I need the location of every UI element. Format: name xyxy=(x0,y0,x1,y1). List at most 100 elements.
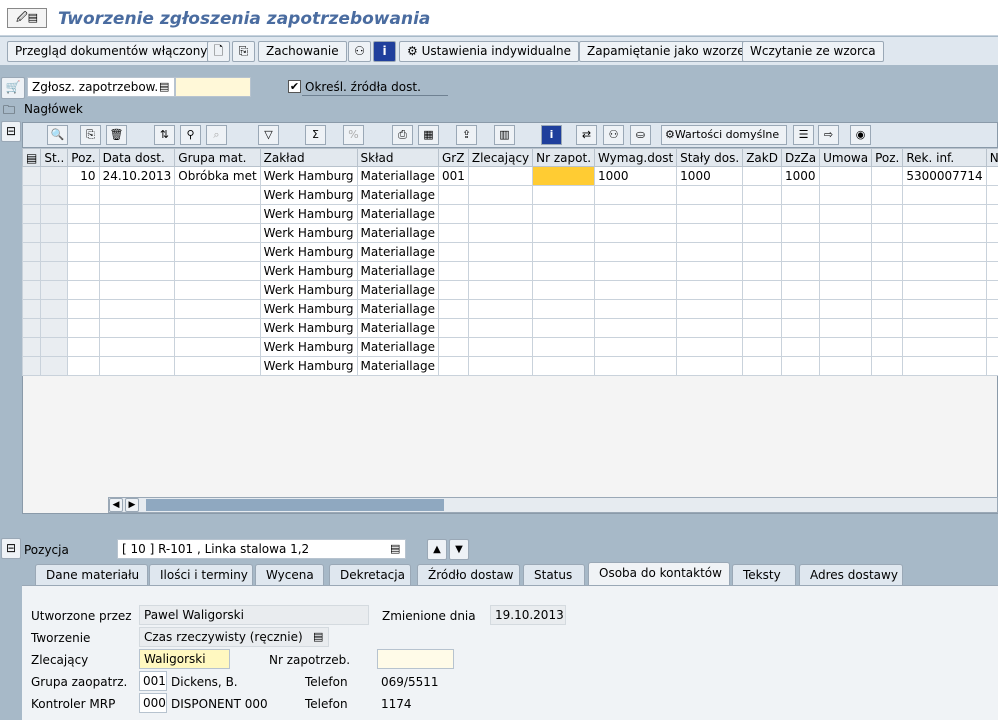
table-cell[interactable] xyxy=(594,299,678,319)
table-cell[interactable] xyxy=(174,280,261,300)
table-cell[interactable] xyxy=(467,337,534,357)
tab-account-assignment[interactable]: Dekretacja xyxy=(329,564,411,585)
column-header[interactable]: Stały dos. xyxy=(676,148,744,167)
table-cell[interactable] xyxy=(902,318,987,338)
table-cell[interactable] xyxy=(532,318,596,338)
table-cell[interactable] xyxy=(819,280,873,300)
table-cell[interactable] xyxy=(437,280,469,300)
find-icon[interactable]: ⌕ xyxy=(206,125,227,145)
collapse-item-icon[interactable]: ⊟ xyxy=(1,538,21,559)
table-cell[interactable]: Werk Hamburg xyxy=(259,185,358,205)
table-cell[interactable] xyxy=(467,356,534,376)
table-cell[interactable] xyxy=(819,356,873,376)
forward-icon[interactable]: ⇨ xyxy=(818,125,839,145)
table-cell[interactable] xyxy=(98,356,176,376)
req-no-input[interactable] xyxy=(377,649,454,669)
table-cell[interactable] xyxy=(594,318,678,338)
assign-icon[interactable]: ⇄ xyxy=(576,125,597,145)
table-cell[interactable]: Materiallage xyxy=(356,261,439,281)
menu-icon[interactable]: 🖉▤ xyxy=(7,8,47,28)
table-cell[interactable] xyxy=(67,280,100,300)
load-template-button[interactable]: Wczytanie ze wzorca xyxy=(742,41,884,62)
table-cell[interactable] xyxy=(742,166,782,186)
table-cell[interactable] xyxy=(780,299,821,319)
subtotal-icon[interactable]: % xyxy=(343,125,364,145)
table-cell[interactable]: Werk Hamburg xyxy=(259,299,358,319)
hierarchy-icon[interactable]: ⚇ xyxy=(348,41,371,62)
table-cell[interactable] xyxy=(819,242,873,262)
table-cell[interactable] xyxy=(985,318,998,338)
table-cell[interactable] xyxy=(67,337,100,357)
table-cell[interactable]: Materiallage xyxy=(356,223,439,243)
table-cell[interactable] xyxy=(98,337,176,357)
table-cell[interactable]: Materiallage xyxy=(356,280,439,300)
table-cell[interactable]: Werk Hamburg xyxy=(259,356,358,376)
column-header[interactable]: Zlecający xyxy=(467,148,534,167)
table-cell[interactable] xyxy=(985,166,998,186)
table-cell[interactable] xyxy=(676,223,744,243)
table-cell[interactable] xyxy=(819,204,873,224)
table-cell[interactable] xyxy=(871,223,904,243)
doc-number-field[interactable] xyxy=(175,77,251,97)
print-icon[interactable]: ⎙ xyxy=(392,125,413,145)
table-cell[interactable]: 1000 xyxy=(676,166,744,186)
table-cell[interactable] xyxy=(780,185,821,205)
table-cell[interactable] xyxy=(437,318,469,338)
table-row[interactable]: 10 24.10.2013 Obróbka met Werk Hamburg Mater… xyxy=(21,166,998,186)
table-cell[interactable] xyxy=(819,261,873,281)
row-selector[interactable] xyxy=(21,242,42,262)
column-header[interactable]: Data dost. xyxy=(98,148,176,167)
table-cell[interactable] xyxy=(437,356,469,376)
table-cell[interactable] xyxy=(532,356,596,376)
column-header[interactable]: Wymag.dost xyxy=(594,148,678,167)
table-cell[interactable] xyxy=(780,280,821,300)
cart-icon[interactable]: 🛒 xyxy=(1,77,25,99)
source-determination-checkbox[interactable]: ✔ xyxy=(288,80,301,93)
item-dropdown-icon[interactable]: ▤ xyxy=(390,542,400,555)
table-cell[interactable] xyxy=(594,185,678,205)
table-row[interactable]: Werk Hamburg Materiallage xyxy=(21,204,998,224)
table-cell[interactable] xyxy=(98,318,176,338)
table-cell[interactable] xyxy=(174,299,261,319)
table-cell[interactable] xyxy=(871,299,904,319)
sum-icon[interactable]: Σ xyxy=(305,125,326,145)
row-selector[interactable] xyxy=(21,280,42,300)
table-cell[interactable] xyxy=(98,242,176,262)
table-cell[interactable] xyxy=(40,242,69,262)
table-cell[interactable] xyxy=(780,337,821,357)
table-cell[interactable] xyxy=(742,185,782,205)
table-cell[interactable] xyxy=(676,318,744,338)
table-cell[interactable]: 5300007714 xyxy=(902,166,987,186)
table-cell[interactable] xyxy=(676,356,744,376)
purch-group-code-field[interactable]: 001 xyxy=(139,671,167,691)
table-cell[interactable] xyxy=(985,299,998,319)
table-cell[interactable] xyxy=(780,223,821,243)
copy-icon[interactable]: ⎘ xyxy=(80,125,101,145)
table-cell[interactable]: Werk Hamburg xyxy=(259,204,358,224)
table-cell[interactable] xyxy=(67,318,100,338)
table-cell[interactable] xyxy=(676,242,744,262)
table-cell[interactable] xyxy=(871,185,904,205)
table-cell[interactable] xyxy=(902,280,987,300)
table-cell[interactable] xyxy=(98,223,176,243)
table-cell[interactable] xyxy=(467,242,534,262)
column-header[interactable]: Zakład xyxy=(259,148,358,167)
table-cell[interactable] xyxy=(467,166,534,186)
row-selector[interactable] xyxy=(21,337,42,357)
row-selector[interactable] xyxy=(21,185,42,205)
table-cell[interactable] xyxy=(676,185,744,205)
table-cell[interactable] xyxy=(780,204,821,224)
table-row[interactable]: Werk Hamburg Materiallage xyxy=(21,356,998,376)
table-cell[interactable] xyxy=(594,223,678,243)
save-template-button[interactable]: Zapamiętanie jako wzorzec xyxy=(579,41,760,62)
scroll-left-icon[interactable]: ◀ xyxy=(109,498,123,512)
table-cell[interactable]: 10 xyxy=(67,166,100,186)
table-cell[interactable] xyxy=(174,261,261,281)
table-cell[interactable]: 1000 xyxy=(594,166,678,186)
table-cell[interactable] xyxy=(532,242,596,262)
table-cell[interactable] xyxy=(871,204,904,224)
filter-icon[interactable]: ⚲ xyxy=(180,125,201,145)
table-cell[interactable] xyxy=(467,223,534,243)
table-cell[interactable] xyxy=(98,261,176,281)
table-cell[interactable] xyxy=(174,185,261,205)
